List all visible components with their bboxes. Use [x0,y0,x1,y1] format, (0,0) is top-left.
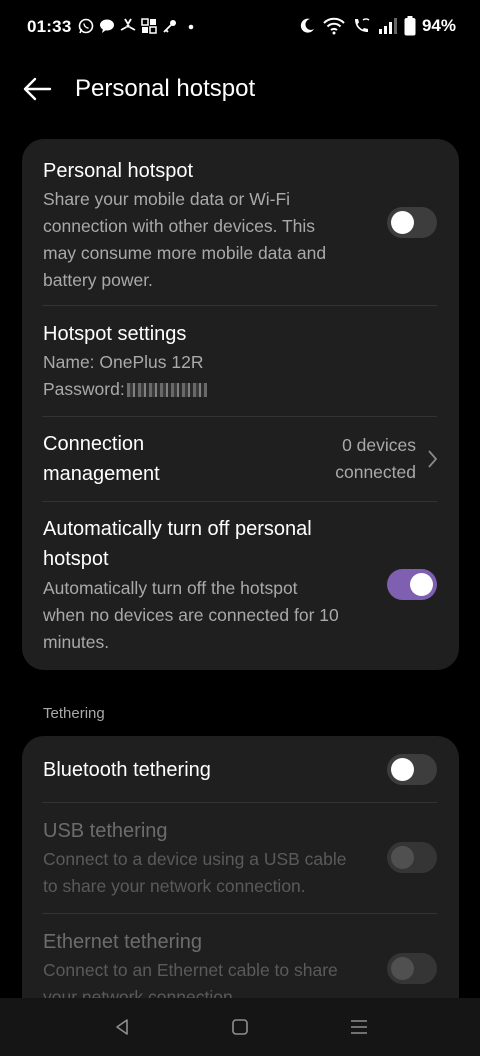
personal-hotspot-toggle[interactable] [387,207,437,238]
system-icons: 94% [298,16,456,36]
bluetooth-tethering-toggle[interactable] [387,754,437,785]
nav-home-button[interactable] [229,1016,251,1038]
navigation-bar [0,998,480,1056]
ethernet-tethering-row[interactable]: Ethernet tethering Connect to an Etherne… [22,914,459,998]
connection-management-title-1: Connection [43,433,145,455]
battery-icon [404,16,416,36]
tethering-section-label: Tethering [43,705,105,722]
nav-back-button[interactable] [111,1016,133,1038]
chevron-right-icon [428,450,438,468]
hotspot-settings-row[interactable]: Hotspot settings Name: OnePlus 12R Passw… [22,306,459,416]
recents-menu-icon [351,1020,367,1034]
auto-turn-off-toggle[interactable] [387,569,437,600]
signal-icon [378,17,398,35]
back-button[interactable] [20,72,54,106]
toggle-knob [410,573,433,596]
battery-percentage: 94% [421,16,456,35]
hotspot-password: Password: [43,376,207,403]
app-bar: Personal hotspot [0,64,480,114]
moon-icon [298,17,316,35]
auto-turn-off-description-3: minutes. [43,632,110,652]
usb-tethering-title: USB tethering [43,820,168,842]
nav-recents-button[interactable] [348,1016,370,1038]
ethernet-tethering-description-1: Connect to an Ethernet cable to share [43,960,338,980]
chat-bubble-icon [99,18,115,34]
toggle-knob [391,211,414,234]
status-time: 01:33 [27,17,72,36]
hotspot-name: Name: OnePlus 12R [43,352,204,372]
notification-icons [78,18,199,34]
hotspot-settings-card: Personal hotspot Share your mobile data … [22,139,459,670]
wifi-icon [322,17,346,35]
toggle-knob [391,957,414,980]
connected-devices-count: 0 devices [342,435,416,455]
password-label: Password: [43,379,125,399]
ethernet-tethering-title: Ethernet tethering [43,931,202,953]
usb-tethering-toggle[interactable] [387,842,437,873]
personal-hotspot-title: Personal hotspot [43,160,194,182]
personal-hotspot-description-4: battery power. [43,270,153,290]
auto-turn-off-title-1: Automatically turn off personal [43,518,312,540]
home-square-icon [232,1019,248,1035]
usb-tethering-description-1: Connect to a device using a USB cable [43,849,347,869]
ethernet-tethering-description-2: your network connection [43,987,233,998]
toggle-knob [391,758,414,781]
arrow-left-icon [23,77,52,101]
dot-icon [183,18,199,34]
auto-turn-off-title-2: hotspot [43,548,109,570]
toggle-knob [391,846,414,869]
page-title: Personal hotspot [75,75,256,102]
screen: 01:33 94% Personal hotspot Personal hots… [0,0,480,1056]
hotspot-settings-title: Hotspot settings [43,323,187,345]
bluetooth-tethering-row[interactable]: Bluetooth tethering [22,736,459,802]
tethering-card: Bluetooth tethering USB tethering Connec… [22,736,459,998]
password-hidden-value [126,383,207,398]
auto-turn-off-row[interactable]: Automatically turn off personal hotspot … [22,502,459,670]
personal-hotspot-description-2: connection with other devices. This [43,216,316,236]
usb-tethering-row[interactable]: USB tethering Connect to a device using … [22,803,459,913]
whatsapp-icon [78,18,94,34]
connection-management-row[interactable]: Connection management 0 devices connecte… [22,417,459,501]
back-triangle-icon [116,1019,128,1035]
fan-icon [120,18,136,34]
ethernet-tethering-toggle[interactable] [387,953,437,984]
connection-management-title-2: management [43,463,160,485]
personal-hotspot-description-3: may consume more mobile data and [43,243,327,263]
usb-tethering-description-2: to share your network connection. [43,876,306,896]
bluetooth-tethering-title: Bluetooth tethering [43,759,211,781]
personal-hotspot-row[interactable]: Personal hotspot Share your mobile data … [22,139,459,305]
wifi-calling-icon [352,17,372,35]
auto-turn-off-description-1: Automatically turn off the hotspot [43,578,298,598]
connected-devices-label: connected [335,462,416,482]
app-grid-icon [141,18,157,34]
personal-hotspot-description-1: Share your mobile data or Wi-Fi [43,189,291,209]
status-bar: 01:33 94% [0,0,480,56]
auto-turn-off-description-2: when no devices are connected for 10 [43,605,339,625]
key-icon [162,18,178,34]
